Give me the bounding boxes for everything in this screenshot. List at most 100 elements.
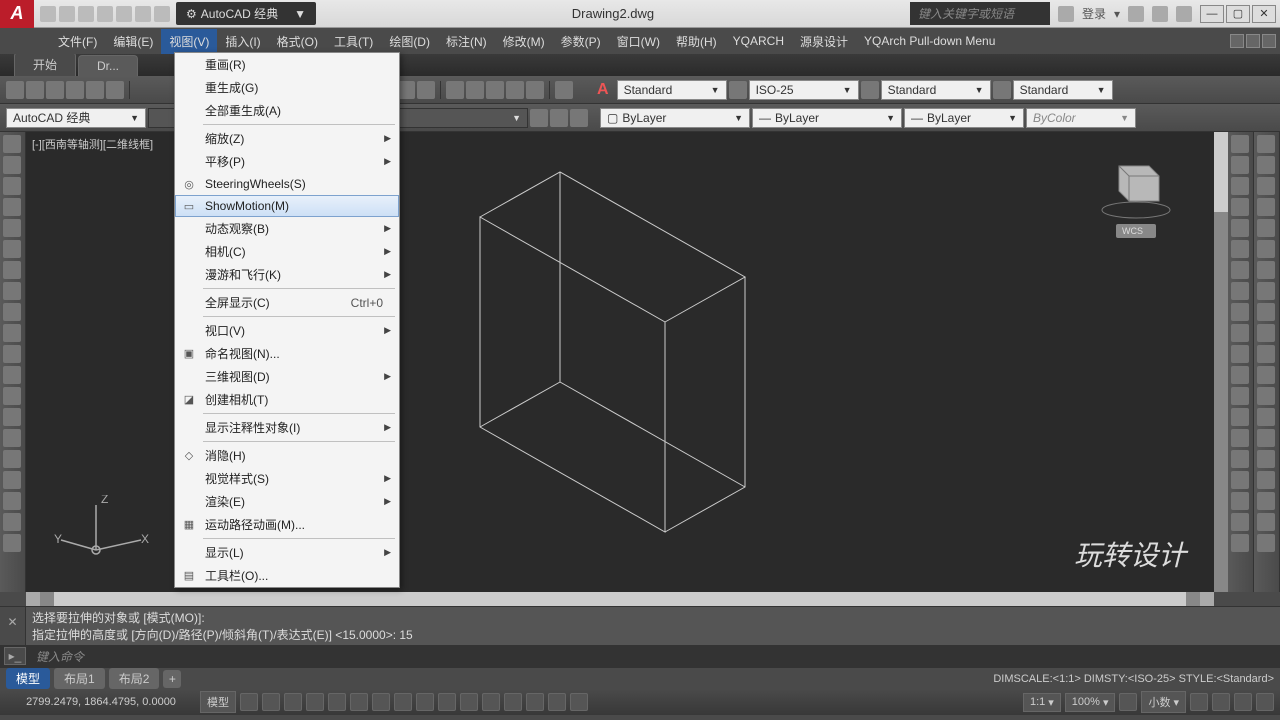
dim-center-tool[interactable]: [1257, 408, 1275, 426]
account-icon[interactable]: [1058, 6, 1074, 22]
plotstyle-dropdown[interactable]: ByColor▼: [1026, 108, 1136, 128]
insert-tool[interactable]: [3, 366, 21, 384]
dim-diameter-tool[interactable]: [1257, 240, 1275, 258]
publish-button[interactable]: [106, 81, 124, 99]
login-button[interactable]: 登录: [1082, 5, 1106, 22]
help-button[interactable]: [555, 81, 573, 99]
menu-item-z[interactable]: 缩放(Z)▶: [175, 127, 399, 150]
dim-inspect-tool[interactable]: [1257, 429, 1275, 447]
polygon-tool[interactable]: [3, 198, 21, 216]
menu-insert[interactable]: 插入(I): [217, 29, 268, 54]
menu-item-t[interactable]: ◪创建相机(T): [175, 388, 399, 411]
circle-tool[interactable]: [3, 261, 21, 279]
dim-update-tool[interactable]: [1257, 513, 1275, 531]
mirror-tool[interactable]: [1231, 198, 1249, 216]
menu-item-a[interactable]: 全部重生成(A): [175, 99, 399, 122]
dim-baseline-tool[interactable]: [1257, 303, 1275, 321]
tool-18[interactable]: [1231, 492, 1249, 510]
horizontal-scrollbar[interactable]: [26, 592, 1214, 606]
minimize-button[interactable]: —: [1200, 5, 1224, 23]
properties-button[interactable]: [446, 81, 464, 99]
ortho-toggle[interactable]: [284, 693, 302, 711]
print-icon[interactable]: [116, 6, 132, 22]
dim-edit-tool[interactable]: [1257, 471, 1275, 489]
menu-file[interactable]: 文件(F): [50, 29, 105, 54]
block-tool[interactable]: [3, 387, 21, 405]
snap-toggle[interactable]: [262, 693, 280, 711]
grid-toggle[interactable]: [240, 693, 258, 711]
menu-view[interactable]: 视图(V): [161, 29, 217, 54]
ucs-icon[interactable]: Z X Y: [46, 495, 156, 578]
move-tool[interactable]: [1231, 135, 1249, 153]
rotate-tool[interactable]: [1231, 177, 1249, 195]
dim-style-tool[interactable]: [1257, 534, 1275, 552]
menu-item-l[interactable]: 显示(L)▶: [175, 541, 399, 564]
table-style-dropdown[interactable]: Standard▼: [1013, 80, 1113, 100]
menu-parametric[interactable]: 参数(P): [553, 29, 609, 54]
dim-tol-tool[interactable]: [1257, 387, 1275, 405]
save-icon[interactable]: [78, 6, 94, 22]
tool-17[interactable]: [1231, 471, 1249, 489]
menu-format[interactable]: 格式(O): [269, 29, 326, 54]
tpy-toggle[interactable]: [460, 693, 478, 711]
dim-angular-tool[interactable]: [1257, 261, 1275, 279]
trim-tool[interactable]: [1231, 303, 1249, 321]
sheetset-button[interactable]: [466, 81, 484, 99]
ellipse-tool[interactable]: [3, 324, 21, 342]
add-layout-button[interactable]: +: [163, 670, 181, 688]
layout1-tab[interactable]: 布局1: [54, 668, 105, 689]
view-cube[interactable]: WCS: [1094, 146, 1174, 236]
saveas-icon[interactable]: [97, 6, 113, 22]
toolpalette-button[interactable]: [486, 81, 504, 99]
menu-help[interactable]: 帮助(H): [668, 29, 725, 54]
dim-space-tool[interactable]: [1257, 345, 1275, 363]
polyline-tool[interactable]: [3, 177, 21, 195]
otrack-toggle[interactable]: [372, 693, 390, 711]
mdi-minimize-button[interactable]: [1230, 34, 1244, 48]
menu-draw[interactable]: 绘图(D): [381, 29, 438, 54]
am-toggle[interactable]: [526, 693, 544, 711]
qp-toggle[interactable]: [482, 693, 500, 711]
revcloud-tool[interactable]: [3, 282, 21, 300]
isolate-button[interactable]: [1190, 693, 1208, 711]
menu-yuanquan[interactable]: 源泉设计: [792, 29, 856, 54]
menu-item-s[interactable]: 视觉样式(S)▶: [175, 467, 399, 490]
menu-item-r[interactable]: 重画(R): [175, 53, 399, 76]
close-button[interactable]: ✕: [1252, 5, 1276, 23]
mtext-tool[interactable]: [3, 513, 21, 531]
mleader-style-dropdown[interactable]: Standard▼: [881, 80, 991, 100]
dim-jog-tool[interactable]: [1257, 450, 1275, 468]
mdi-restore-button[interactable]: [1246, 34, 1260, 48]
hardware-accel-button[interactable]: [1212, 693, 1230, 711]
hatch-tool[interactable]: [3, 429, 21, 447]
menu-yqarch-pulldown[interactable]: YQArch Pull-down Menu: [856, 30, 1003, 52]
help-icon[interactable]: [1176, 6, 1192, 22]
xline-tool[interactable]: [3, 156, 21, 174]
menu-yqarch[interactable]: YQARCH: [725, 30, 792, 52]
dim-break-tool[interactable]: [1257, 366, 1275, 384]
point-tool[interactable]: [3, 408, 21, 426]
layout2-tab[interactable]: 布局2: [109, 668, 160, 689]
osnap-toggle[interactable]: [328, 693, 346, 711]
menu-item-v[interactable]: 视口(V)▶: [175, 319, 399, 342]
menu-item-p[interactable]: 平移(P)▶: [175, 150, 399, 173]
ducs-toggle[interactable]: [394, 693, 412, 711]
anno-auto-toggle[interactable]: [570, 693, 588, 711]
menu-item-c[interactable]: 全屏显示(C)Ctrl+0: [175, 291, 399, 314]
erase-tool[interactable]: [1231, 450, 1249, 468]
preview-button[interactable]: [86, 81, 104, 99]
markup-button[interactable]: [526, 81, 544, 99]
workspace-selector[interactable]: AutoCAD 经典▼: [6, 108, 146, 128]
text-style-dropdown[interactable]: Standard▼: [617, 80, 727, 100]
redo-icon[interactable]: [154, 6, 170, 22]
menu-item-i[interactable]: 显示注释性对象(I)▶: [175, 416, 399, 439]
cart-icon[interactable]: [1152, 6, 1168, 22]
vertical-scrollbar[interactable]: [1214, 132, 1228, 592]
command-input[interactable]: 键入命令: [30, 648, 84, 665]
maximize-button[interactable]: ▢: [1226, 5, 1250, 23]
dim-tedit-tool[interactable]: [1257, 492, 1275, 510]
array-tool[interactable]: [1231, 240, 1249, 258]
menu-item-g[interactable]: 重生成(G): [175, 76, 399, 99]
menu-edit[interactable]: 编辑(E): [105, 29, 161, 54]
anno-vis-toggle[interactable]: [548, 693, 566, 711]
